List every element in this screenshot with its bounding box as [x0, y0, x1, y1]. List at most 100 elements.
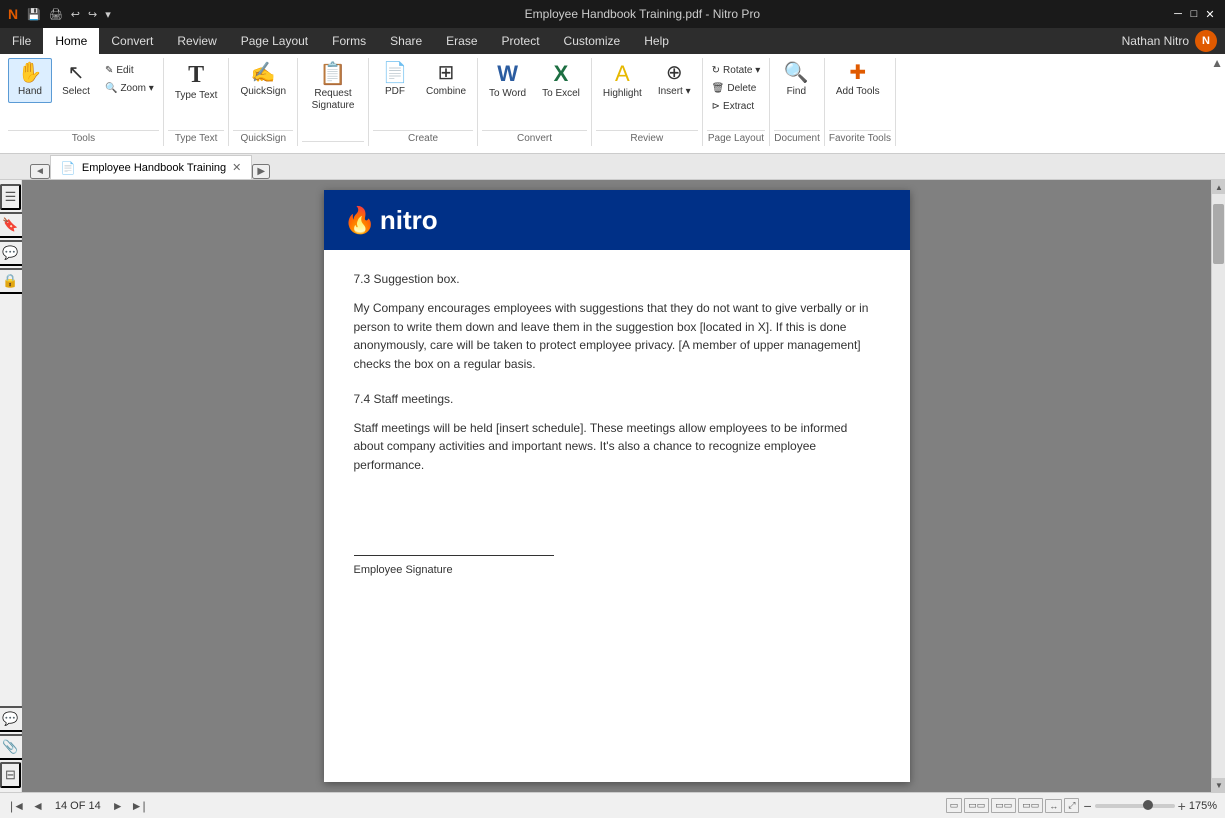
- customize-quick-btn[interactable]: ▾: [102, 6, 114, 23]
- next-page-btn[interactable]: ►: [110, 799, 126, 813]
- zoom-slider-thumb[interactable]: [1143, 800, 1153, 810]
- tab-scroll-left[interactable]: ◄: [30, 164, 50, 179]
- menu-user-area: Nathan Nitro N: [1122, 28, 1225, 54]
- security-btn[interactable]: 🔒: [0, 268, 24, 294]
- menu-home[interactable]: Home: [43, 28, 99, 54]
- delete-icon: 🗑: [712, 83, 725, 94]
- quicksign-icon: ✍: [251, 63, 276, 83]
- fit-width-btn[interactable]: ↔: [1045, 799, 1062, 813]
- ribbon-collapse-btn[interactable]: ▲: [1211, 56, 1223, 70]
- menu-convert[interactable]: Convert: [99, 28, 165, 54]
- tab-bar: ◄ 📄 Employee Handbook Training ✕ ▶: [0, 154, 1225, 180]
- delete-page-btn[interactable]: 🗑 Delete: [707, 80, 766, 97]
- bookmarks-btn[interactable]: 🔖: [0, 212, 24, 238]
- to-word-btn[interactable]: W To Word: [482, 58, 533, 105]
- zoom-bar: − + 175%: [1083, 798, 1217, 814]
- type-text-btn[interactable]: T Type Text: [168, 58, 225, 107]
- request-sig-group-label: [302, 141, 364, 146]
- tab-scroll-right[interactable]: ▶: [252, 164, 270, 179]
- zoom-label: Zoom ▾: [120, 83, 153, 94]
- rotate-btn[interactable]: ↻ Rotate ▾: [707, 62, 766, 79]
- hand-label: Hand: [18, 86, 42, 98]
- menu-help[interactable]: Help: [632, 28, 681, 54]
- menu-forms[interactable]: Forms: [320, 28, 378, 54]
- menu-share[interactable]: Share: [378, 28, 434, 54]
- redo-btn[interactable]: ↪: [85, 6, 100, 23]
- pages-panel-btn[interactable]: ☰: [0, 184, 21, 210]
- select-tool-btn[interactable]: ↖ Select: [54, 58, 98, 103]
- first-page-btn[interactable]: |◄: [8, 799, 27, 813]
- combine-btn[interactable]: ⊞ Combine: [419, 58, 473, 103]
- tab-close-btn[interactable]: ✕: [232, 161, 241, 174]
- ribbon-group-tools: ✋ Hand ↖ Select ✎ Edit 🔍 Zoom ▾ Tools: [4, 58, 164, 146]
- attach-btn[interactable]: 📎: [0, 734, 24, 760]
- doc-tab-employee-handbook[interactable]: 📄 Employee Handbook Training ✕: [50, 155, 252, 179]
- left-sidebar: ☰ 🔖 💬 🔒 💬 📎 ⊟: [0, 180, 22, 792]
- close-btn[interactable]: ✕: [1203, 7, 1217, 21]
- pdf-page: 🔥 nitro 7.3 Suggestion box. My Company e…: [324, 190, 910, 782]
- fit-page-btn[interactable]: ⤢: [1064, 798, 1079, 813]
- single-page-btn[interactable]: ▭: [946, 798, 963, 813]
- menu-erase[interactable]: Erase: [434, 28, 489, 54]
- ribbon-group-document: 🔍 Find Document: [770, 58, 825, 146]
- zoom-tool-btn[interactable]: 🔍 Zoom ▾: [100, 80, 159, 97]
- edit-tool-btn[interactable]: ✎ Edit: [100, 62, 159, 79]
- two-page-btn[interactable]: ▭▭: [1018, 798, 1043, 813]
- title-bar-left: N 💾 🖨 ↩ ↪ ▾: [8, 6, 114, 23]
- pdf-btn[interactable]: 📄 PDF: [373, 58, 417, 103]
- scroll-down-btn[interactable]: ▼: [1212, 778, 1225, 792]
- zoom-percent: 175%: [1189, 800, 1217, 812]
- undo-btn[interactable]: ↩: [68, 6, 83, 23]
- ribbon-group-create: 📄 PDF ⊞ Combine Create: [369, 58, 478, 146]
- user-initial: N: [1202, 35, 1210, 47]
- layers-btn[interactable]: ⊟: [0, 762, 21, 788]
- zoom-out-btn[interactable]: −: [1083, 798, 1091, 814]
- zoom-in-btn[interactable]: +: [1178, 798, 1186, 814]
- type-text-group-label: Type Text: [168, 130, 225, 146]
- menu-page-layout[interactable]: Page Layout: [229, 28, 320, 54]
- add-tools-btn[interactable]: ✚ Add Tools: [829, 58, 887, 103]
- excel-icon: X: [554, 63, 569, 85]
- section-7-3-body: My Company encourages employees with sug…: [354, 299, 880, 373]
- prev-page-btn[interactable]: ◄: [30, 799, 46, 813]
- to-excel-btn[interactable]: X To Excel: [535, 58, 587, 105]
- print-quick-btn[interactable]: 🖨: [46, 6, 66, 23]
- favorite-content: ✚ Add Tools: [829, 58, 891, 128]
- zoom-icon: 🔍: [105, 83, 117, 94]
- extract-btn[interactable]: ⊳ Extract: [707, 98, 766, 115]
- app-logo: N: [8, 6, 18, 22]
- main-layout: ☰ 🔖 💬 🔒 💬 📎 ⊟ 🔥 nitro 7.3 Suggestion box…: [0, 180, 1225, 792]
- request-sig-btn[interactable]: 📋 Request Signature: [302, 58, 364, 117]
- rotate-icon: ↻: [712, 65, 720, 76]
- page-indicator: 14 OF 14: [49, 800, 107, 812]
- quicksign-btn[interactable]: ✍ QuickSign: [233, 58, 293, 103]
- last-page-btn[interactable]: ►|: [129, 799, 148, 813]
- scroll-thumb[interactable]: [1213, 204, 1224, 264]
- continuous-btn[interactable]: ▭▭: [964, 798, 989, 813]
- rotate-label: Rotate ▾: [723, 65, 760, 76]
- menu-customize[interactable]: Customize: [552, 28, 633, 54]
- scroll-up-btn[interactable]: ▲: [1212, 180, 1225, 194]
- menu-file[interactable]: File: [0, 28, 43, 54]
- find-btn[interactable]: 🔍 Find: [774, 58, 818, 103]
- minimize-btn[interactable]: ─: [1171, 7, 1185, 21]
- highlight-icon: A: [615, 63, 630, 85]
- save-quick-btn[interactable]: 💾: [24, 6, 44, 23]
- menu-protect[interactable]: Protect: [490, 28, 552, 54]
- insert-btn[interactable]: ⊕ Insert ▾: [651, 58, 698, 103]
- convert-group-label: Convert: [482, 130, 587, 146]
- signature-label: Employee Signature: [354, 562, 880, 580]
- window-controls: ─ □ ✕: [1171, 7, 1217, 21]
- facing-btn[interactable]: ▭▭: [991, 798, 1016, 813]
- highlight-btn[interactable]: A Highlight: [596, 58, 649, 105]
- maximize-btn[interactable]: □: [1187, 7, 1201, 21]
- scroll-track: [1212, 194, 1225, 778]
- annotations-btn[interactable]: 💬: [0, 240, 24, 266]
- user-avatar[interactable]: N: [1195, 30, 1217, 52]
- comment-btn[interactable]: 💬: [0, 706, 24, 732]
- menu-review[interactable]: Review: [165, 28, 228, 54]
- section-7-4-title: 7.4 Staff meetings.: [354, 390, 880, 409]
- hand-tool-btn[interactable]: ✋ Hand: [8, 58, 52, 103]
- pdf-header-banner: 🔥 nitro: [324, 190, 910, 250]
- viewer-scroll[interactable]: 🔥 nitro 7.3 Suggestion box. My Company e…: [22, 180, 1211, 792]
